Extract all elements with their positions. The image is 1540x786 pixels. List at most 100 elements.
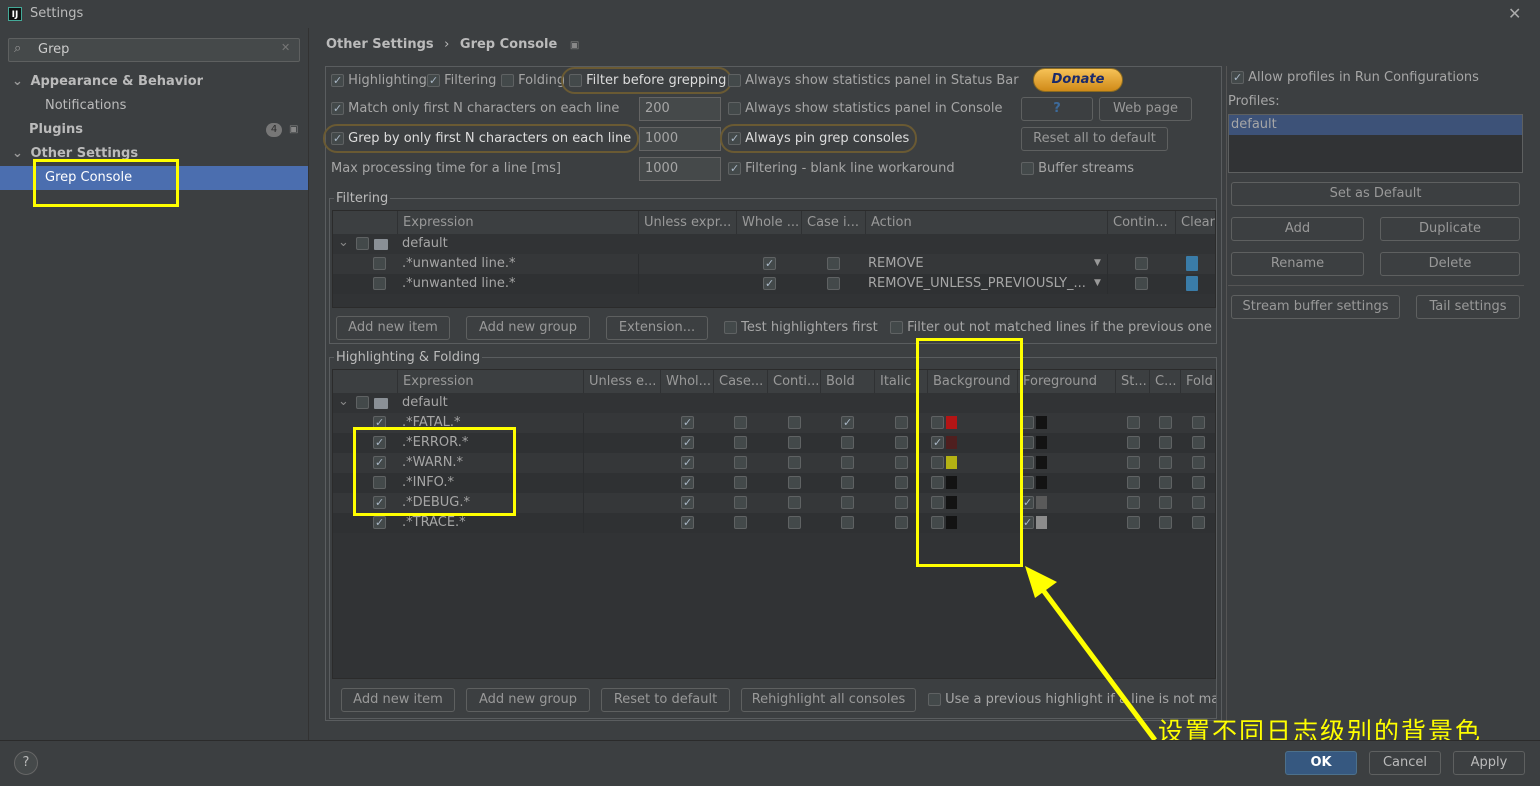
extension-button[interactable]: Extension... (606, 316, 708, 340)
case-checkbox[interactable] (734, 496, 747, 509)
grep-first-n-input[interactable]: 1000 (639, 127, 721, 151)
continue-checkbox[interactable] (788, 516, 801, 529)
reset-all-button[interactable]: Reset all to default (1021, 127, 1168, 151)
close-icon[interactable]: ✕ (1508, 4, 1521, 23)
stream-buffer-button[interactable]: Stream buffer settings (1231, 295, 1400, 319)
hl-add-item-button[interactable]: Add new item (341, 688, 455, 712)
breadcrumb-parent[interactable]: Other Settings (326, 37, 434, 52)
case-checkbox[interactable] (734, 476, 747, 489)
bold-checkbox[interactable] (841, 496, 854, 509)
console-checkbox[interactable] (1159, 456, 1172, 469)
stripe-checkbox[interactable] (1127, 516, 1140, 529)
highlighting-checkbox[interactable]: Highlighting (331, 73, 427, 88)
search-input[interactable]: ⌕ Grep ✕ (8, 38, 300, 62)
profiles-list[interactable]: default (1228, 114, 1523, 173)
stats-console-checkbox[interactable]: Always show statistics panel in Console (728, 101, 1002, 116)
continue-checkbox[interactable] (788, 476, 801, 489)
hl-add-group-button[interactable]: Add new group (466, 688, 590, 712)
console-checkbox[interactable] (1159, 476, 1172, 489)
italic-checkbox[interactable] (895, 516, 908, 529)
column-header[interactable]: Unless expr... (639, 211, 737, 234)
help-button[interactable]: ? (1021, 97, 1093, 121)
column-header[interactable]: Action (866, 211, 1108, 234)
italic-checkbox[interactable] (895, 476, 908, 489)
match-first-n-checkbox[interactable]: Match only first N characters on each li… (331, 101, 619, 116)
add-profile-button[interactable]: Add (1231, 217, 1364, 241)
ok-button[interactable]: OK (1285, 751, 1357, 775)
case-checkbox[interactable] (734, 416, 747, 429)
fold-checkbox[interactable] (1192, 476, 1205, 489)
trash-icon[interactable] (1186, 256, 1198, 271)
group-checkbox[interactable] (356, 396, 369, 409)
case-insensitive-checkbox[interactable] (827, 257, 840, 270)
web-page-button[interactable]: Web page (1099, 97, 1192, 121)
buffer-streams-checkbox[interactable]: Buffer streams (1021, 161, 1134, 176)
whole-words-checkbox[interactable] (763, 277, 776, 290)
foreground-color-swatch[interactable] (1036, 416, 1047, 429)
whole-words-checkbox[interactable] (681, 496, 694, 509)
tail-settings-button[interactable]: Tail settings (1416, 295, 1520, 319)
filter-add-group-button[interactable]: Add new group (466, 316, 590, 340)
stripe-checkbox[interactable] (1127, 476, 1140, 489)
whole-words-checkbox[interactable] (681, 456, 694, 469)
italic-checkbox[interactable] (895, 416, 908, 429)
filter-add-item-button[interactable]: Add new item (336, 316, 450, 340)
case-checkbox[interactable] (734, 436, 747, 449)
column-header[interactable]: C... (1150, 370, 1181, 393)
whole-words-checkbox[interactable] (681, 476, 694, 489)
column-header[interactable]: Fold (1181, 370, 1215, 393)
bold-checkbox[interactable] (841, 436, 854, 449)
console-checkbox[interactable] (1159, 516, 1172, 529)
fold-checkbox[interactable] (1192, 416, 1205, 429)
duplicate-profile-button[interactable]: Duplicate (1380, 217, 1520, 241)
enabled-checkbox[interactable] (373, 257, 386, 270)
table-row[interactable]: .*TRACE.* (333, 513, 1215, 533)
help-icon[interactable]: ? (14, 751, 38, 775)
continue-checkbox[interactable] (788, 496, 801, 509)
chevron-down-icon[interactable]: ⌄ (338, 393, 349, 411)
filter-before-grepping-checkbox[interactable]: Filter before grepping (561, 67, 733, 94)
case-checkbox[interactable] (734, 456, 747, 469)
action-dropdown[interactable]: REMOVE (866, 254, 1108, 274)
column-header[interactable]: Case... (714, 370, 768, 393)
reset-to-default-button[interactable]: Reset to default (601, 688, 730, 712)
italic-checkbox[interactable] (895, 456, 908, 469)
continue-checkbox[interactable] (788, 436, 801, 449)
column-header[interactable]: Whol... (661, 370, 714, 393)
blank-line-checkbox[interactable]: Filtering - blank line workaround (728, 161, 955, 176)
donate-button[interactable]: Donate (1033, 68, 1123, 92)
column-header[interactable]: Unless e... (584, 370, 661, 393)
continue-checkbox[interactable] (788, 416, 801, 429)
clear-search-icon[interactable]: ✕ (281, 41, 290, 54)
enabled-checkbox[interactable] (373, 516, 386, 529)
fold-checkbox[interactable] (1192, 456, 1205, 469)
foreground-color-swatch[interactable] (1036, 476, 1047, 489)
whole-words-checkbox[interactable] (681, 416, 694, 429)
column-header[interactable]: Conti... (768, 370, 821, 393)
allow-profiles-checkbox[interactable]: Allow profiles in Run Configurations (1231, 70, 1479, 85)
column-header[interactable] (333, 211, 398, 234)
bold-checkbox[interactable] (841, 416, 854, 429)
whole-words-checkbox[interactable] (681, 516, 694, 529)
foreground-color-swatch[interactable] (1036, 496, 1047, 509)
continue-checkbox[interactable] (1135, 257, 1148, 270)
italic-checkbox[interactable] (895, 436, 908, 449)
fold-checkbox[interactable] (1192, 436, 1205, 449)
sidebar-item-plugins[interactable]: Plugins 4 ▣ (0, 118, 308, 142)
column-header[interactable]: Expression (398, 370, 584, 393)
column-header[interactable]: St... (1116, 370, 1150, 393)
console-checkbox[interactable] (1159, 416, 1172, 429)
stripe-checkbox[interactable] (1127, 496, 1140, 509)
cancel-button[interactable]: Cancel (1369, 751, 1441, 775)
group-row[interactable]: ⌄ default (333, 393, 1215, 413)
fold-checkbox[interactable] (1192, 516, 1205, 529)
foreground-color-swatch[interactable] (1036, 456, 1047, 469)
filtering-checkbox[interactable]: Filtering (427, 73, 496, 88)
max-time-input[interactable]: 1000 (639, 157, 721, 181)
sidebar-item-appearance[interactable]: ⌄ Appearance & Behavior (0, 70, 308, 94)
column-header[interactable]: Clear (1176, 211, 1215, 234)
column-header[interactable]: Contin... (1108, 211, 1176, 234)
case-insensitive-checkbox[interactable] (827, 277, 840, 290)
bold-checkbox[interactable] (841, 476, 854, 489)
column-header[interactable]: Bold (821, 370, 875, 393)
